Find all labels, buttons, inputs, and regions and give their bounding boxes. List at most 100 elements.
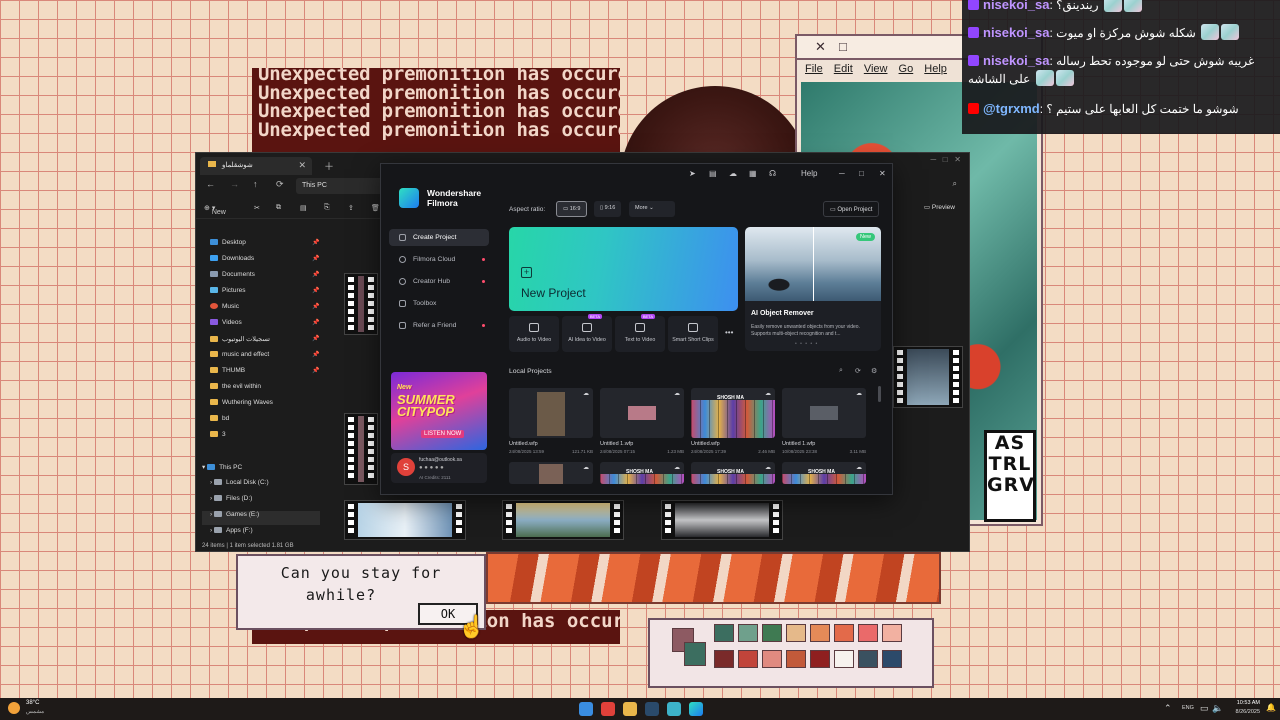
close-icon[interactable]: ✕ — [954, 155, 961, 164]
send-icon[interactable]: ➤ — [689, 169, 696, 178]
forward-arrow-icon[interactable]: → — [230, 179, 239, 189]
rename-icon[interactable]: ⎘ — [324, 204, 330, 212]
open-project-button[interactable]: ▭ Open Project — [823, 201, 880, 217]
address-bar[interactable]: This PC — [296, 178, 386, 194]
start-windows-icon[interactable] — [579, 702, 593, 716]
brave-browser-icon[interactable] — [601, 702, 615, 716]
file-thumbnail[interactable] — [893, 346, 963, 408]
new-tab-button[interactable]: ＋ — [324, 158, 334, 173]
refresh-icon[interactable]: ⟳ — [855, 367, 861, 375]
sidebar-item-downloads[interactable]: Downloads — [210, 255, 254, 269]
ai-idea-to-video-button[interactable]: BETA AI Idea to Video — [562, 314, 612, 352]
close-tab-icon[interactable]: ✕ — [298, 160, 306, 171]
sidebar-item-refer-a-friend[interactable]: Refer a Friend — [389, 317, 489, 334]
summer-citypop-promo[interactable]: New SUMMER CITYPOP LISTEN NOW — [391, 372, 487, 450]
paste-icon[interactable]: ▤ — [300, 204, 307, 212]
cloud-upload-icon[interactable]: ☁ — [583, 464, 589, 471]
sidebar-item-music[interactable]: Music — [210, 303, 239, 317]
search-icon[interactable]: ⌕ — [953, 179, 957, 189]
sidebar-item-drive[interactable]: › Files (D:) — [210, 495, 252, 509]
cloud-upload-icon[interactable]: ☁ — [765, 464, 771, 471]
sidebar-item-create-project[interactable]: Create Project — [389, 229, 489, 246]
preview-button[interactable]: ▭ Preview — [924, 203, 955, 211]
cloud-upload-icon[interactable]: ☁ — [856, 390, 862, 397]
filter-icon[interactable]: ⚙ — [871, 367, 877, 375]
promo-cta[interactable]: LISTEN NOW — [421, 430, 465, 438]
up-arrow-icon[interactable]: ↑ — [253, 179, 258, 189]
cloud-upload-icon[interactable]: ☁ — [856, 464, 862, 471]
file-thumbnail[interactable] — [661, 500, 783, 540]
aspect-16-9-button[interactable]: ▭ 16:9 — [556, 201, 588, 217]
delete-icon[interactable]: 🗑 — [371, 204, 380, 212]
share-icon[interactable]: ⇪ — [348, 204, 354, 212]
projects-scrollbar[interactable] — [878, 386, 881, 402]
support-icon[interactable]: ☊ — [769, 169, 776, 178]
sidebar-item-pictures[interactable]: Pictures — [210, 287, 245, 301]
sidebar-item-folder[interactable]: bd — [210, 415, 229, 429]
new-project-card[interactable]: + New Project — [509, 227, 738, 311]
project-card[interactable]: SHOSH MA ☁ — [691, 462, 775, 484]
audio-to-video-button[interactable]: Audio to Video — [509, 316, 559, 352]
cloud-upload-icon[interactable]: ☁ — [765, 390, 771, 397]
new-button[interactable]: ⊕ New ▾ — [204, 204, 226, 216]
maximize-icon[interactable]: □ — [943, 155, 948, 164]
network-icon[interactable]: ▭ — [1200, 703, 1209, 714]
smart-short-clips-button[interactable]: Smart Short Clips — [668, 316, 718, 352]
cloud-upload-icon[interactable]: ☁ — [674, 390, 680, 397]
sidebar-item-videos[interactable]: Videos — [210, 319, 242, 333]
sidebar-item-desktop[interactable]: Desktop — [210, 239, 246, 253]
back-arrow-icon[interactable]: ← — [206, 179, 215, 189]
apps-icon[interactable]: ▦ — [749, 169, 757, 178]
refresh-icon[interactable]: ⟳ — [276, 179, 284, 190]
file-thumbnail[interactable] — [344, 413, 378, 485]
project-card[interactable]: ☁ Untitled 1.wfp 24/08/2025 07:15 1.23 MB — [600, 388, 684, 454]
file-explorer-icon[interactable] — [623, 702, 637, 716]
sidebar-item-folder[interactable]: the evil within — [210, 383, 261, 397]
project-card[interactable]: ☁ Untitled 1.wfp 10/08/2025 23:38 3.11 MB — [782, 388, 866, 454]
more-tools-icon[interactable]: ••• — [725, 328, 733, 337]
language-indicator[interactable]: ENG — [1182, 705, 1194, 711]
sidebar-item-folder[interactable]: Wuthering Waves — [210, 399, 273, 413]
text-to-video-button[interactable]: BETA Text to Video — [615, 314, 665, 352]
notification-icon[interactable]: 🔔 — [1266, 703, 1276, 712]
file-thumbnail[interactable] — [502, 500, 624, 540]
filmora-taskbar-icon[interactable] — [689, 702, 703, 716]
sidebar-item-drive[interactable]: › Apps (F:) — [210, 527, 253, 541]
cut-icon[interactable]: ✂ — [254, 204, 260, 212]
chevron-up-icon[interactable]: ⌃ — [1164, 703, 1172, 714]
file-thumbnail[interactable] — [344, 500, 466, 540]
sidebar-item-this-pc[interactable]: ▾ This PC — [202, 463, 242, 477]
sidebar-item-documents[interactable]: Documents — [210, 271, 255, 285]
sidebar-item-creator-hub[interactable]: Creator Hub — [389, 273, 489, 290]
app-icon[interactable] — [667, 702, 681, 716]
minimize-icon[interactable]: ─ — [930, 155, 936, 164]
clock-time[interactable]: 10:53 AM — [1232, 700, 1260, 706]
ai-object-remover-card[interactable]: New AI Object Remover Easily remove unwa… — [745, 227, 881, 351]
project-card[interactable]: SHOSH MA ☁ — [782, 462, 866, 484]
project-card[interactable]: SHOSH MA ☁ — [600, 462, 684, 484]
sidebar-item-folder[interactable]: تسجيلات اليوتيوب — [210, 335, 270, 349]
inbox-icon[interactable]: ▤ — [709, 169, 717, 178]
sidebar-item-folder[interactable]: THUMB — [210, 367, 245, 381]
help-menu[interactable]: Help — [801, 169, 817, 178]
steam-icon[interactable] — [645, 702, 659, 716]
aspect-more-dropdown[interactable]: More ⌄ — [629, 201, 675, 217]
sidebar-item-drive[interactable]: › Local Disk (C:) — [210, 479, 269, 493]
sidebar-item-drive[interactable]: › Games (E:) — [202, 511, 320, 525]
cloud-upload-icon[interactable]: ☁ — [583, 390, 589, 397]
maximize-icon[interactable]: □ — [859, 169, 864, 178]
volume-icon[interactable]: 🔈 — [1212, 703, 1223, 714]
sidebar-item-filmora-cloud[interactable]: Filmora Cloud — [389, 251, 489, 268]
weather-temp[interactable]: 38°C — [26, 700, 39, 706]
user-account-card[interactable]: S fuchaa@outlook.sa AI Credits: 2111 ● ●… — [391, 453, 487, 483]
sidebar-item-toolbox[interactable]: Toolbox — [389, 295, 489, 312]
minimize-icon[interactable]: ─ — [839, 169, 845, 178]
sidebar-item-folder[interactable]: music and effect — [210, 351, 269, 365]
project-card[interactable]: ☁ — [509, 462, 593, 484]
aspect-9-16-button[interactable]: ▯ 9:16 — [594, 201, 622, 217]
project-card[interactable]: SHOSH MA ☁ Untitled.wfp 24/08/2025 17:39 2… — [691, 388, 775, 454]
copy-icon[interactable]: ⧉ — [276, 204, 281, 212]
sidebar-item-folder[interactable]: 3 — [210, 431, 226, 445]
search-icon[interactable]: ⌕ — [839, 367, 843, 375]
carousel-dots[interactable]: • • • • • — [795, 341, 818, 347]
